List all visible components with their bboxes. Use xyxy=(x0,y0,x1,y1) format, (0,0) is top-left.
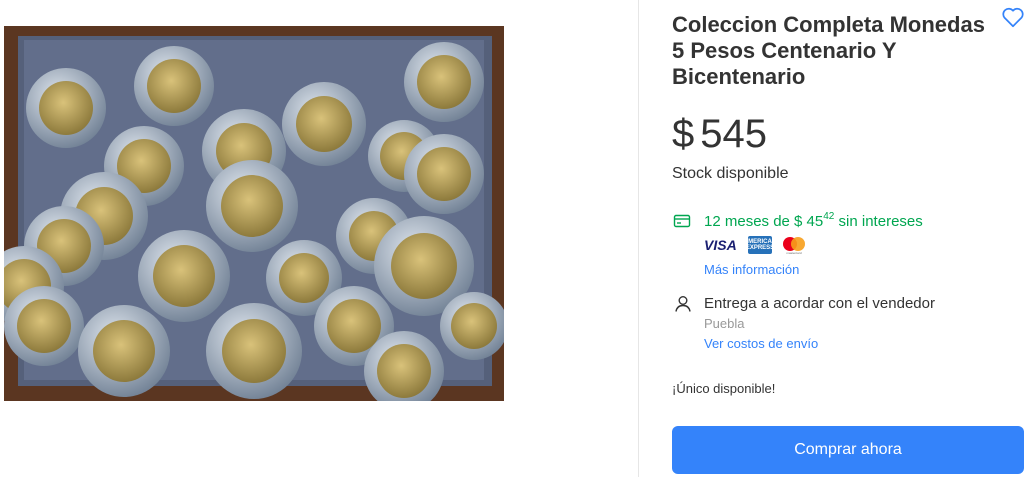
mastercard-logo: mastercard xyxy=(780,236,808,255)
credit-card-icon xyxy=(673,212,691,230)
product-image[interactable] xyxy=(4,26,504,401)
visa-logo: VISA xyxy=(704,237,737,253)
buy-now-button[interactable]: Comprar ahora xyxy=(672,426,1024,474)
price: $545 xyxy=(672,110,767,158)
product-gallery xyxy=(0,0,638,477)
more-info-link[interactable]: Más información xyxy=(704,262,799,277)
price-amount: 545 xyxy=(700,112,767,156)
delivery-text: Entrega a acordar con el vendedor xyxy=(704,295,935,312)
column-divider xyxy=(638,0,639,477)
coins-photo xyxy=(4,26,504,401)
shipping-costs-link[interactable]: Ver costos de envío xyxy=(704,336,818,351)
installments-text: 12 meses de $ 4542 sin intereses xyxy=(704,211,923,230)
heart-icon[interactable] xyxy=(1000,4,1026,30)
installments-suffix: sin intereses xyxy=(834,213,923,230)
installments-prefix: 12 meses de $ 45 xyxy=(704,213,824,230)
seller-location: Puebla xyxy=(704,316,745,331)
installments-cents: 42 xyxy=(823,211,835,222)
product-title: Coleccion Completa Monedas 5 Pesos Cente… xyxy=(672,12,985,89)
person-icon xyxy=(673,294,693,314)
amex-logo: AMERICAN EXPRESS xyxy=(744,236,776,254)
availability-text: ¡Único disponible! xyxy=(672,381,776,396)
stock-status: Stock disponible xyxy=(672,165,789,182)
payment-cards: VISA AMERICAN EXPRESS mastercard xyxy=(704,236,808,255)
price-currency: $ xyxy=(672,112,695,156)
